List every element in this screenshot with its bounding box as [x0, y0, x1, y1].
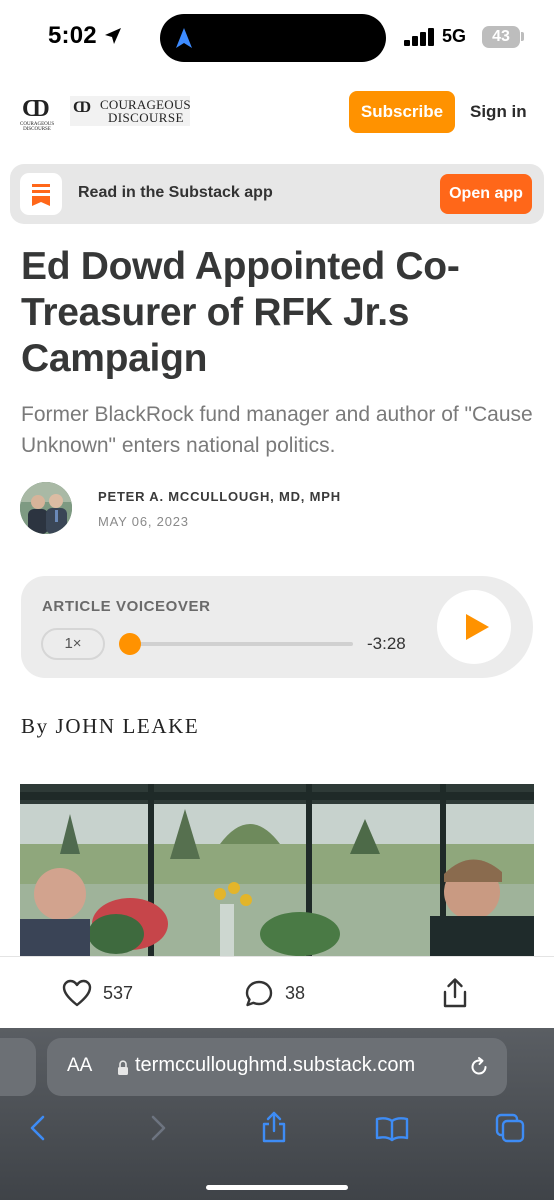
logo-monogram: CD [22, 96, 50, 122]
comment-count: 38 [285, 983, 306, 1003]
home-indicator [206, 1185, 348, 1190]
location-arrow-icon [105, 28, 121, 44]
post-subtitle: Former BlackRock fund manager and author… [21, 403, 533, 457]
hero-photo [20, 784, 534, 956]
share-icon[interactable] [441, 977, 469, 1009]
play-button[interactable] [437, 590, 511, 664]
forward-icon[interactable] [148, 1114, 168, 1142]
wordmark-monogram: CD [73, 99, 91, 116]
address-bar[interactable]: AA termcculloughmd.substack.com [47, 1038, 507, 1096]
avatar-photo [20, 482, 72, 534]
battery-cap [521, 32, 524, 41]
publication-wordmark[interactable]: CD COURAGEOUS DISCOURSE [70, 96, 191, 126]
reload-icon[interactable] [468, 1056, 490, 1078]
play-icon [466, 614, 489, 640]
heart-icon[interactable] [62, 979, 92, 1007]
wordmark-line2: DISCOURSE [108, 110, 184, 125]
network-type: 5G [442, 26, 467, 46]
browser-chrome: AA termcculloughmd.substack.com [0, 1028, 554, 1200]
site-header: CD COURAGEOUS DISCOURSE CD COURAGEOUS DI… [0, 78, 554, 148]
tabs-icon[interactable] [494, 1112, 526, 1144]
like-count: 537 [103, 983, 134, 1003]
post-engagement-bar: 537 38 [0, 956, 554, 1028]
previous-tab-preview[interactable] [0, 1038, 36, 1096]
open-in-app-banner: Read in the Substack app Open app [10, 164, 544, 224]
author-avatar[interactable] [20, 482, 72, 534]
status-time: 5:02 [48, 22, 97, 49]
publication-logo[interactable]: CD COURAGEOUS DISCOURSE [20, 96, 55, 132]
navigation-arrow-icon [176, 28, 192, 48]
sign-in-link[interactable]: Sign in [470, 91, 527, 133]
battery-level: 43 [492, 28, 510, 45]
subscribe-button[interactable]: Subscribe [349, 91, 455, 133]
bookmarks-icon[interactable] [374, 1116, 410, 1142]
comment-icon[interactable] [244, 979, 274, 1009]
open-app-button[interactable]: Open app [440, 174, 532, 214]
post-date: MAY 06, 2023 [98, 514, 189, 529]
lock-icon [118, 1060, 128, 1075]
time-remaining: -3:28 [367, 634, 406, 653]
article-byline: By JOHN LEAKE [21, 714, 200, 738]
battery-icon: 43 [482, 26, 520, 48]
author-name[interactable]: PETER A. MCCULLOUGH, MD, MPH [98, 489, 341, 504]
status-bar: 5:02 5G 43 [0, 0, 554, 72]
cellular-signal-icon [404, 28, 434, 46]
post-title: Ed Dowd Appointed Co-Treasurer of RFK Jr… [21, 245, 460, 380]
playback-speed-button[interactable]: 1× [41, 628, 105, 660]
substack-logo-icon [20, 173, 62, 215]
voiceover-label: ARTICLE VOICEOVER [42, 598, 211, 615]
share-sheet-icon[interactable] [260, 1110, 288, 1144]
app-banner-text: Read in the Substack app [78, 184, 273, 201]
back-icon[interactable] [28, 1114, 48, 1142]
scrubber-handle[interactable] [118, 633, 141, 655]
url-text[interactable]: termcculloughmd.substack.com [135, 1054, 455, 1077]
playback-scrubber[interactable] [125, 642, 353, 646]
logo-small-text: COURAGEOUS DISCOURSE [20, 122, 55, 132]
page-settings-button[interactable]: AA [67, 1055, 92, 1077]
article-hero-image[interactable] [20, 784, 534, 956]
article-voiceover-player: ARTICLE VOICEOVER 1× -3:28 [21, 576, 533, 678]
